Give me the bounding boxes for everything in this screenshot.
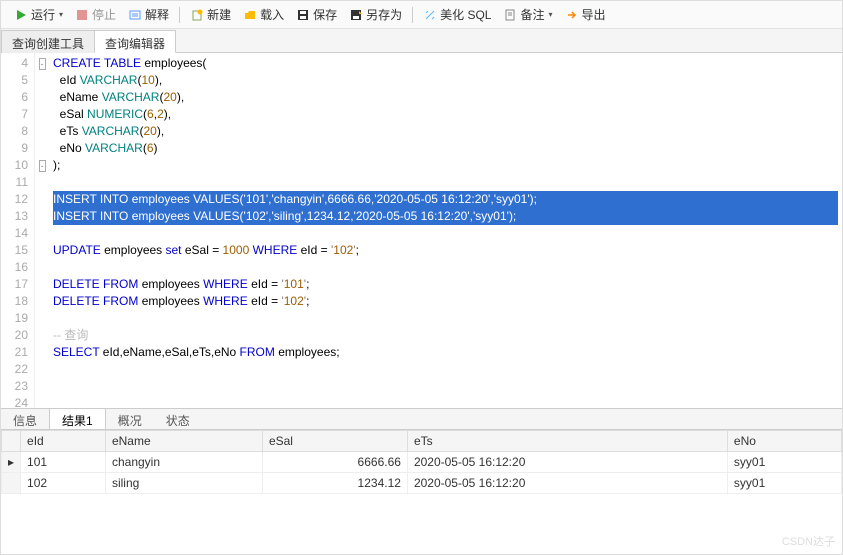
cell-esal[interactable]: 1234.12 <box>262 473 407 494</box>
explain-button[interactable]: 解释 <box>123 4 174 25</box>
code-line[interactable]: CREATE TABLE employees( <box>53 55 838 72</box>
beautify-icon <box>423 8 437 22</box>
table-row[interactable]: 102siling1234.122020-05-05 16:12:20syy01 <box>2 473 842 494</box>
code-line[interactable]: eName VARCHAR(20), <box>53 89 838 106</box>
tab-status[interactable]: 状态 <box>154 409 202 429</box>
table-row[interactable]: ▸101changyin6666.662020-05-05 16:12:20sy… <box>2 452 842 473</box>
remark-label: 备注 <box>520 6 544 23</box>
stop-label: 停止 <box>92 6 116 23</box>
cell-ename[interactable]: siling <box>105 473 262 494</box>
column-header[interactable]: eSal <box>262 431 407 452</box>
fold-gutter: -- <box>35 53 49 408</box>
save-as-button[interactable]: 另存为 <box>344 4 407 25</box>
export-button[interactable]: 导出 <box>560 4 611 25</box>
column-header[interactable]: eNo <box>727 431 841 452</box>
tab-result1[interactable]: 结果1 <box>49 409 106 429</box>
code-line[interactable] <box>53 378 838 395</box>
row-indicator-header <box>2 431 21 452</box>
run-button[interactable]: 运行 ▾ <box>9 4 68 25</box>
export-icon <box>565 8 579 22</box>
new-label: 新建 <box>207 6 231 23</box>
cell-eid[interactable]: 102 <box>21 473 106 494</box>
cell-eno[interactable]: syy01 <box>727 473 841 494</box>
column-header[interactable]: eTs <box>407 431 727 452</box>
save-as-label: 另存为 <box>366 6 402 23</box>
result-panel-tabs: 信息 结果1 概况 状态 <box>1 408 842 430</box>
cell-ets[interactable]: 2020-05-05 16:12:20 <box>407 452 727 473</box>
beautify-label: 美化 SQL <box>440 6 491 23</box>
code-line[interactable]: DELETE FROM employees WHERE eId = '101'; <box>53 276 838 293</box>
code-line[interactable]: eNo VARCHAR(6) <box>53 140 838 157</box>
run-label: 运行 <box>31 6 55 23</box>
line-numbers: 45678910111213141516171819202122232425 <box>1 53 35 408</box>
code-line[interactable]: DELETE FROM employees WHERE eId = '102'; <box>53 293 838 310</box>
code-line[interactable]: eSal NUMERIC(6,2), <box>53 106 838 123</box>
tab-info[interactable]: 信息 <box>1 409 49 429</box>
new-button[interactable]: 新建 <box>185 4 236 25</box>
code-line[interactable] <box>53 174 838 191</box>
code-line[interactable]: eTs VARCHAR(20), <box>53 123 838 140</box>
code-area[interactable]: CREATE TABLE employees( eId VARCHAR(10),… <box>49 53 842 408</box>
code-line[interactable]: -- 查询 <box>53 327 838 344</box>
tab-editor[interactable]: 查询编辑器 <box>94 30 176 53</box>
cell-ets[interactable]: 2020-05-05 16:12:20 <box>407 473 727 494</box>
dropdown-icon: ▾ <box>549 10 553 19</box>
run-icon <box>14 8 28 22</box>
code-line[interactable]: INSERT INTO employees VALUES('101','chan… <box>53 191 838 208</box>
new-icon <box>190 8 204 22</box>
cell-eid[interactable]: 101 <box>21 452 106 473</box>
save-button[interactable]: 保存 <box>291 4 342 25</box>
explain-label: 解释 <box>145 6 169 23</box>
column-header[interactable]: eId <box>21 431 106 452</box>
save-as-icon <box>349 8 363 22</box>
load-icon <box>243 8 257 22</box>
code-line[interactable] <box>53 225 838 242</box>
cell-eno[interactable]: syy01 <box>727 452 841 473</box>
sql-editor[interactable]: 45678910111213141516171819202122232425 -… <box>1 53 842 408</box>
code-line[interactable] <box>53 395 838 408</box>
row-indicator <box>2 473 21 494</box>
explain-icon <box>128 8 142 22</box>
load-label: 载入 <box>260 6 284 23</box>
save-label: 保存 <box>313 6 337 23</box>
export-label: 导出 <box>582 6 606 23</box>
separator <box>412 7 413 23</box>
result-grid-wrap: eIdeNameeSaleTseNo ▸101changyin6666.6620… <box>1 430 842 548</box>
stop-icon <box>75 8 89 22</box>
remark-icon <box>503 8 517 22</box>
dropdown-icon: ▾ <box>59 10 63 19</box>
code-line[interactable]: SELECT eId,eName,eSal,eTs,eNo FROM emplo… <box>53 344 838 361</box>
editor-tabs: 查询创建工具 查询编辑器 <box>1 29 842 53</box>
save-icon <box>296 8 310 22</box>
code-line[interactable] <box>53 259 838 276</box>
cell-ename[interactable]: changyin <box>105 452 262 473</box>
code-line[interactable]: eId VARCHAR(10), <box>53 72 838 89</box>
tab-builder[interactable]: 查询创建工具 <box>1 30 95 53</box>
cell-esal[interactable]: 6666.66 <box>262 452 407 473</box>
row-indicator: ▸ <box>2 452 21 473</box>
code-line[interactable] <box>53 310 838 327</box>
column-header[interactable]: eName <box>105 431 262 452</box>
code-line[interactable]: ); <box>53 157 838 174</box>
stop-button[interactable]: 停止 <box>70 4 121 25</box>
result-grid[interactable]: eIdeNameeSaleTseNo ▸101changyin6666.6620… <box>1 430 842 494</box>
beautify-button[interactable]: 美化 SQL <box>418 4 496 25</box>
code-line[interactable]: INSERT INTO employees VALUES('102','sili… <box>53 208 838 225</box>
remark-button[interactable]: 备注 ▾ <box>498 4 557 25</box>
separator <box>179 7 180 23</box>
toolbar: 运行 ▾ 停止 解释 新建 载入 保存 另存为 美化 SQL 备注 ▾ 导出 <box>1 1 842 29</box>
load-button[interactable]: 载入 <box>238 4 289 25</box>
code-line[interactable] <box>53 361 838 378</box>
tab-profile[interactable]: 概况 <box>106 409 154 429</box>
code-line[interactable]: UPDATE employees set eSal = 1000 WHERE e… <box>53 242 838 259</box>
